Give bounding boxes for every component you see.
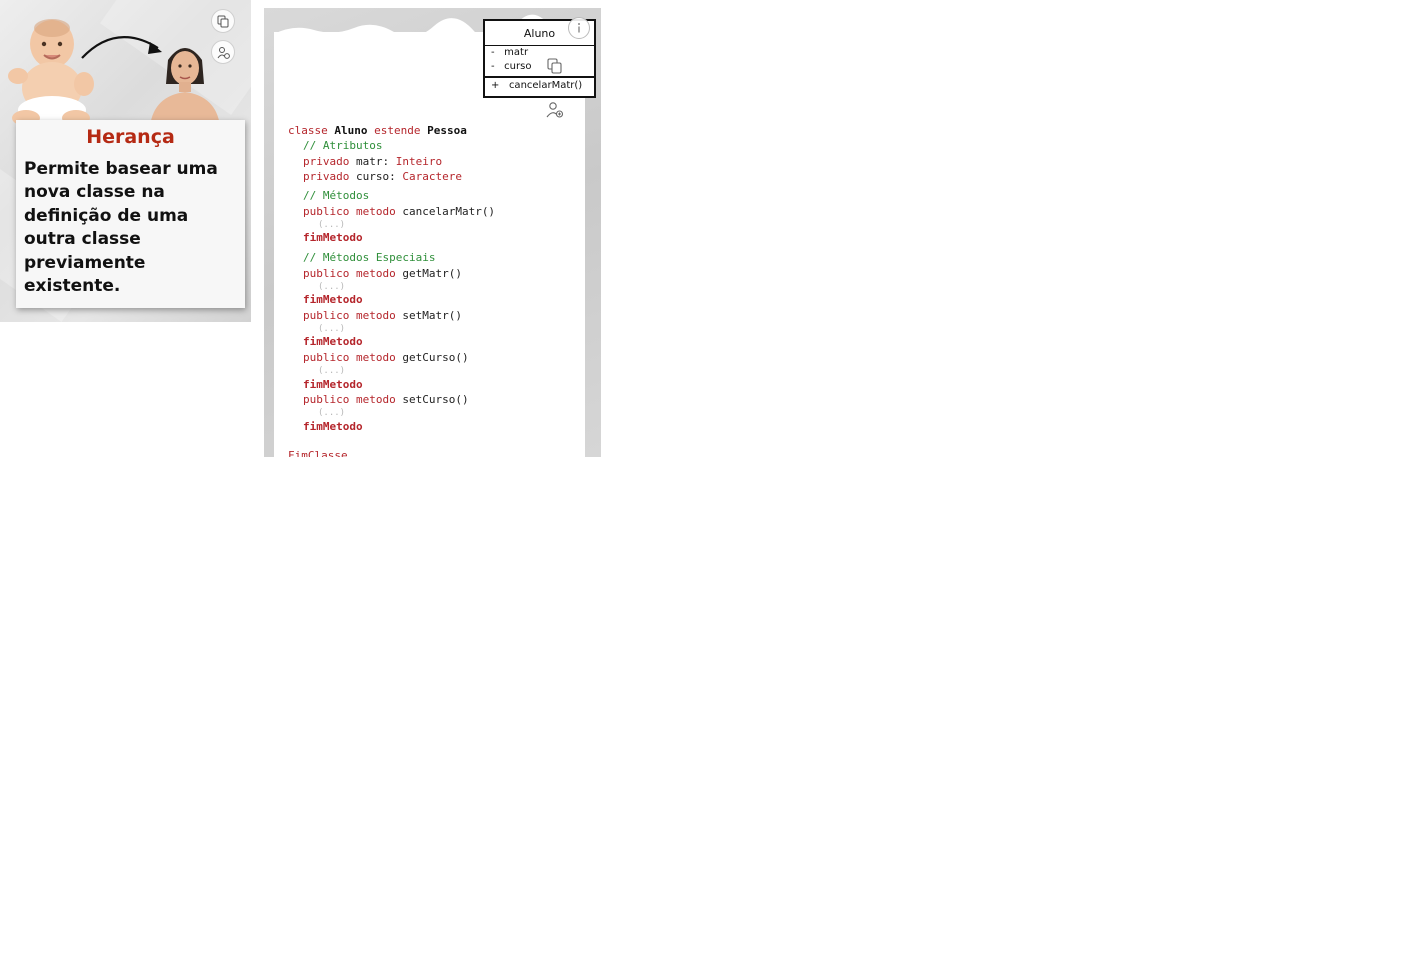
keyword: publico metodo: [303, 393, 396, 406]
code-ellipsis: (...): [318, 408, 346, 418]
method-name: getCurso(): [402, 351, 469, 364]
copy-to-clipboard-icon[interactable]: [546, 57, 564, 75]
definition-card: Herança Permite basear uma nova classe n…: [16, 120, 245, 308]
uml-operation: + cancelarMatr(): [491, 80, 582, 91]
code-line-attribute: privado matr: Inteiro: [303, 155, 442, 168]
code-comment: // Métodos Especiais: [303, 251, 436, 264]
attribute-name: curso: [504, 61, 532, 72]
user-add-icon[interactable]: [546, 101, 564, 119]
code-line-method: publico metodo getCurso(): [303, 351, 469, 364]
code-line-method: publico metodo setMatr(): [303, 309, 462, 322]
code-end-method: fimMetodo: [303, 420, 363, 433]
code-line-class: classe Aluno estende Pessoa: [288, 124, 467, 137]
visibility-marker: -: [491, 47, 495, 58]
keyword: privado: [303, 170, 350, 183]
keyword: publico metodo: [303, 309, 396, 322]
uml-attribute: - matr: [491, 47, 528, 58]
attribute-name: matr:: [355, 155, 390, 168]
slide-code-aluno: classe Aluno estende Pessoa // Atributos…: [264, 8, 601, 457]
slide-heranca: Herança Permite basear uma nova classe n…: [0, 0, 251, 322]
attribute-name: curso:: [355, 170, 396, 183]
definition-line: Permite basear uma: [24, 159, 218, 179]
code-ellipsis: (...): [318, 324, 346, 334]
code-line-attribute: privado curso: Caractere: [303, 170, 462, 183]
uml-attribute: - curso: [491, 61, 531, 72]
code-comment: // Métodos: [303, 189, 370, 202]
definition-line: outra classe: [24, 229, 141, 250]
method-name: setCurso(): [402, 393, 469, 406]
code-line-method: publico metodo setCurso(): [303, 393, 469, 406]
parent-class-name: Pessoa: [427, 124, 467, 137]
definition-line: definição de uma: [24, 205, 189, 226]
code-end-method: fimMetodo: [303, 293, 363, 306]
keyword: privado: [303, 155, 350, 168]
uml-attributes: - matr - curso: [485, 46, 594, 78]
info-button[interactable]: [568, 17, 590, 39]
definition-line: previamente: [24, 252, 146, 273]
add-user-button[interactable]: [211, 40, 235, 64]
method-name: setMatr(): [402, 309, 462, 322]
class-name: Aluno: [334, 124, 368, 137]
code-end-class: FimClasse: [288, 449, 348, 457]
info-icon: [578, 23, 580, 33]
code-line-method: publico metodo getMatr(): [303, 267, 462, 280]
definition-text: Permite basear uma nova classe na defini…: [24, 158, 240, 298]
definition-line: existente.: [24, 276, 121, 297]
attribute-type: Caractere: [402, 170, 462, 183]
attribute-name: matr: [504, 47, 529, 58]
keyword: publico metodo: [303, 205, 396, 218]
copy-button[interactable]: [211, 9, 235, 33]
slide-title: Herança: [86, 126, 175, 148]
code-line-method: publico metodo cancelarMatr(): [303, 205, 495, 218]
code-ellipsis: (...): [318, 282, 346, 292]
code-end-method: fimMetodo: [303, 231, 363, 244]
code-ellipsis: (...): [318, 220, 346, 230]
uml-operations: + cancelarMatr(): [485, 78, 594, 96]
method-name: cancelarMatr(): [402, 205, 496, 218]
method-name: getMatr(): [402, 267, 462, 280]
code-comment: // Atributos: [303, 139, 383, 152]
user-add-icon: [217, 46, 230, 59]
code-ellipsis: (...): [318, 366, 346, 376]
keyword: publico metodo: [303, 267, 396, 280]
keyword: publico metodo: [303, 351, 396, 364]
visibility-marker: -: [491, 61, 495, 72]
keyword: classe: [288, 124, 328, 137]
keyword: estende: [374, 124, 421, 137]
visibility-marker: +: [491, 80, 500, 91]
code-end-method: fimMetodo: [303, 378, 363, 391]
copy-to-clipboard-icon: [217, 15, 228, 27]
definition-line: nova classe na: [24, 182, 165, 203]
code-end-method: fimMetodo: [303, 335, 363, 348]
attribute-type: Inteiro: [395, 155, 443, 168]
operation-name: cancelarMatr(): [508, 80, 583, 91]
